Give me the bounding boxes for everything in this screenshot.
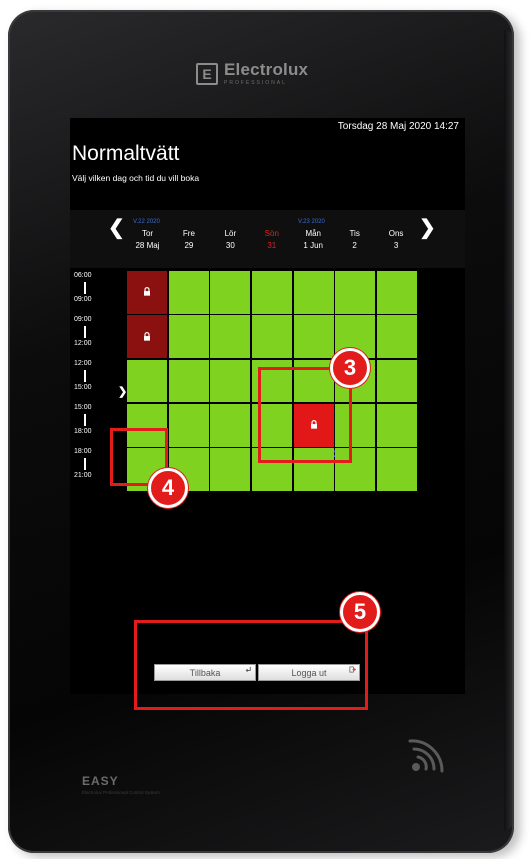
day-name: Mån [305, 229, 321, 238]
day-name: Fre [182, 229, 195, 238]
time-start-label: 06:00 [74, 272, 92, 279]
slot-cell[interactable] [210, 448, 251, 491]
slot-cell[interactable] [251, 271, 293, 314]
time-range-line [84, 282, 86, 294]
time-end-label: 18:00 [74, 428, 92, 435]
datetime: Torsdag 28 Maj 2020 14:27 [337, 121, 459, 132]
time-end-label: 12:00 [74, 340, 92, 347]
time-start-label: 18:00 [74, 448, 92, 455]
calendar-header-band [70, 210, 465, 268]
time-range-line [84, 370, 86, 382]
time-end-label: 15:00 [74, 384, 92, 391]
page-title: Normaltvätt [72, 142, 180, 165]
slot-cell-booked-other[interactable] [127, 271, 168, 314]
slot-cell[interactable] [127, 359, 168, 403]
slot-cell[interactable] [376, 403, 417, 447]
page-subtitle: Välj vilken dag och tid du vill boka [72, 173, 200, 183]
slot-cell[interactable] [168, 359, 209, 403]
callout-number-5: 5 [340, 592, 380, 632]
slot-cell[interactable] [293, 271, 334, 314]
next-week-arrow-icon[interactable]: ❯ [419, 215, 436, 240]
time-range-line [84, 414, 86, 426]
time-end-label: 09:00 [74, 296, 92, 303]
callout-number-4: 4 [148, 468, 188, 508]
slot-cell[interactable] [251, 315, 293, 359]
time-start-label: 15:00 [74, 404, 92, 411]
slot-cell[interactable] [376, 448, 417, 491]
slot-cell[interactable] [376, 271, 417, 314]
time-end-label: 21:00 [74, 472, 92, 479]
day-name: Tor [141, 229, 154, 238]
day-number: 30 [225, 241, 235, 250]
time-scroll-arrow-icon[interactable]: ❯ [118, 385, 127, 398]
slot-cell[interactable] [293, 315, 334, 359]
time-range-line [84, 326, 86, 338]
brand-name: Electrolux [224, 60, 309, 79]
slot-cell[interactable] [210, 271, 251, 314]
easy-label: EASY [82, 774, 119, 788]
day-name: Sön [264, 229, 279, 238]
time-start-label: 09:00 [74, 316, 92, 323]
week-label-left: V.22 2020 [133, 219, 160, 225]
week-label-right: V.23 2020 [298, 219, 325, 225]
nfc-reader-icon [408, 739, 444, 773]
day-number: 31 [267, 241, 277, 250]
callout-number-3: 3 [330, 348, 370, 388]
day-number: 29 [184, 241, 194, 250]
day-number: 28 Maj [135, 241, 160, 250]
slot-cell[interactable] [210, 315, 251, 359]
slot-cell[interactable] [168, 271, 209, 314]
slot-cell[interactable] [376, 315, 417, 359]
prev-week-arrow-icon[interactable]: ❮ [108, 215, 125, 240]
device-edge [504, 30, 514, 830]
time-range-line [84, 458, 86, 470]
easy-sublabel: Electrolux Professional Control System [82, 790, 160, 795]
brand-sub: PROFESSIONAL [224, 80, 287, 86]
time-start-label: 12:00 [74, 360, 92, 367]
slot-cell[interactable] [168, 315, 209, 359]
day-number: 3 [393, 241, 399, 250]
slot-cell[interactable] [210, 359, 251, 403]
slot-cell[interactable] [210, 403, 251, 447]
callout-box-5 [134, 620, 368, 710]
slot-cell[interactable] [376, 359, 417, 403]
day-name: Ons [388, 229, 404, 238]
day-name: Lör [224, 229, 237, 238]
slot-cell-booked-other[interactable] [127, 315, 168, 359]
slot-cell[interactable] [168, 403, 209, 447]
lock-icon [143, 287, 151, 297]
day-name: Tis [349, 229, 360, 238]
slot-cell[interactable] [335, 271, 376, 314]
day-number: 2 [352, 241, 357, 250]
lock-icon [143, 331, 151, 341]
day-number: 1 Jun [303, 241, 323, 250]
electrolux-logo-icon: E [196, 63, 218, 85]
brand-logo: E Electrolux PROFESSIONAL [196, 60, 309, 86]
